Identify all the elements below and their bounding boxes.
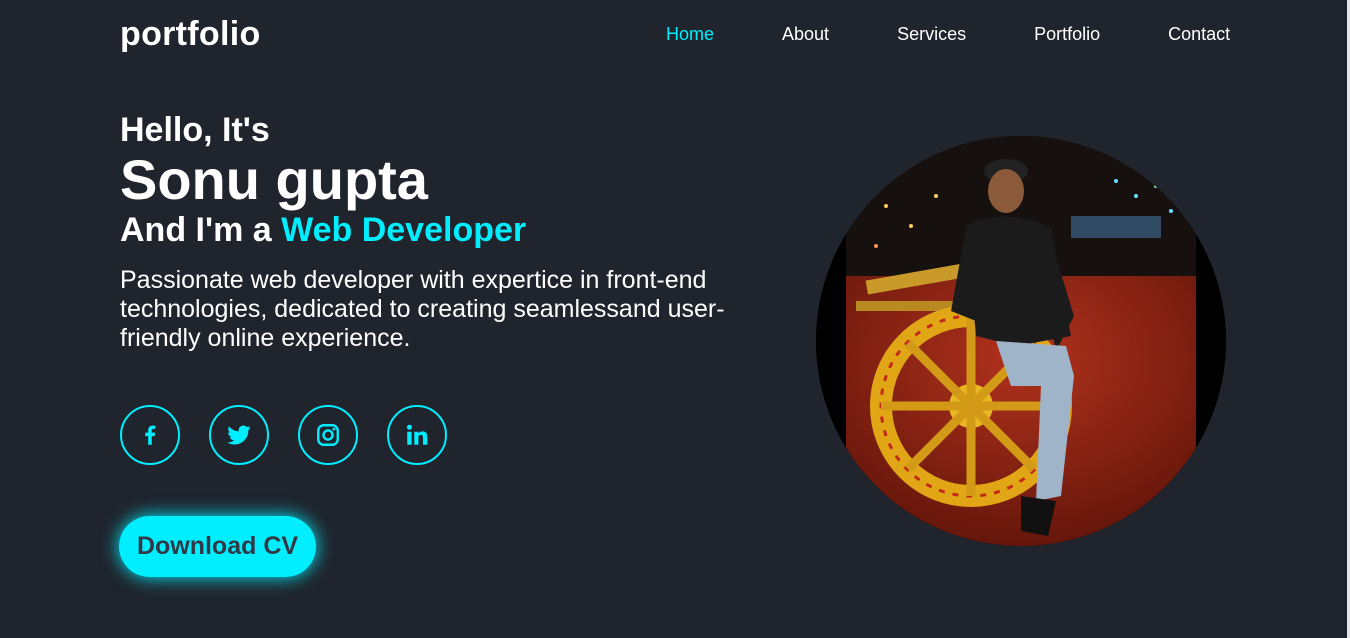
main-nav: Home About Services Portfolio Contact xyxy=(666,24,1230,45)
download-cv-button[interactable]: Download CV xyxy=(119,516,316,577)
linkedin-icon xyxy=(404,422,430,448)
hero-description: Passionate web developer with expertice … xyxy=(120,266,725,352)
hero-role: And I'm a Web Developer xyxy=(120,210,760,250)
nav-item-portfolio[interactable]: Portfolio xyxy=(1034,24,1100,45)
facebook-icon xyxy=(137,422,163,448)
facebook-link[interactable] xyxy=(120,405,180,465)
nav-item-services[interactable]: Services xyxy=(897,24,966,45)
portfolio-page: portfolio Home About Services Portfolio … xyxy=(0,0,1350,638)
site-logo[interactable]: portfolio xyxy=(120,15,261,54)
profile-photo-image xyxy=(816,136,1226,546)
twitter-icon xyxy=(225,421,253,449)
nav-item-contact[interactable]: Contact xyxy=(1168,24,1230,45)
twitter-link[interactable] xyxy=(209,405,269,465)
instagram-icon xyxy=(315,422,341,448)
hero-role-prefix: And I'm a xyxy=(120,211,282,249)
instagram-link[interactable] xyxy=(298,405,358,465)
hero-name: Sonu gupta xyxy=(120,148,428,211)
social-links xyxy=(120,405,476,465)
profile-photo xyxy=(816,136,1226,546)
linkedin-link[interactable] xyxy=(387,405,447,465)
nav-item-about[interactable]: About xyxy=(782,24,829,45)
hero-role-highlight: Web Developer xyxy=(281,211,527,249)
hero-text: Hello, It's Sonu gupta And I'm a Web Dev… xyxy=(120,110,760,353)
nav-item-home[interactable]: Home xyxy=(666,24,714,45)
hero-greeting: Hello, It's xyxy=(120,111,270,149)
